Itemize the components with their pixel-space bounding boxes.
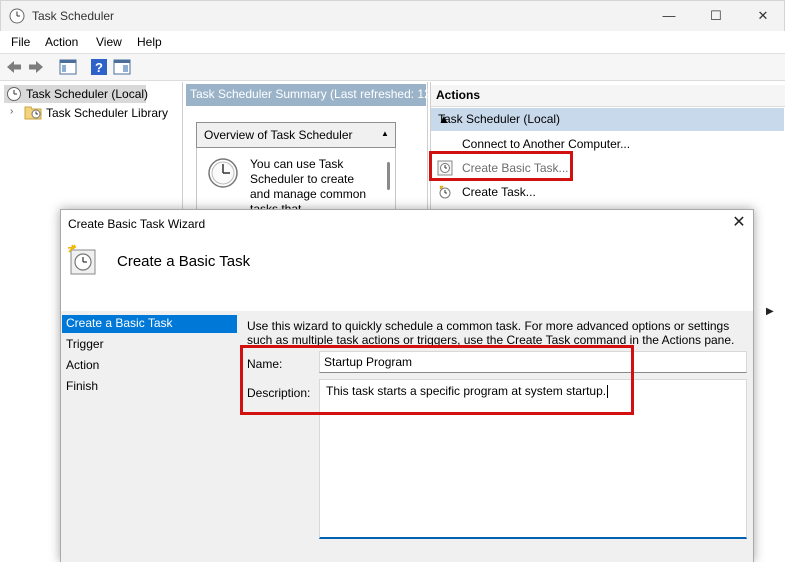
maximize-icon: ☐: [710, 8, 722, 23]
submenu-arrow-icon[interactable]: ▶: [766, 306, 774, 317]
maximize-button[interactable]: ☐: [704, 5, 728, 27]
menu-file[interactable]: File: [11, 35, 30, 49]
show-hide-console-tree-icon[interactable]: [58, 57, 78, 77]
actions-header-label: Actions: [436, 88, 481, 102]
summary-header-text: Task Scheduler Summary (Last refreshed: …: [190, 87, 435, 101]
minimize-button[interactable]: —: [657, 5, 681, 27]
window-title: Task Scheduler: [32, 9, 115, 23]
svg-text:?: ?: [95, 60, 103, 75]
dialog-heading: Create a Basic Task: [117, 253, 251, 270]
close-icon: ✕: [757, 8, 769, 23]
overview-scrollbar[interactable]: [387, 162, 390, 190]
close-icon: ✕: [732, 214, 746, 231]
collapse-caret-icon: ▲: [381, 129, 389, 138]
overview-description: You can use Task Scheduler to create and…: [250, 157, 367, 213]
dialog-title: Create Basic Task Wizard: [68, 217, 206, 231]
overview-title: Overview of Task Scheduler: [204, 128, 353, 142]
create-task-icon: [439, 185, 451, 199]
dialog-title-bar: Create Basic Task Wizard ✕: [61, 210, 753, 236]
dialog-close-button[interactable]: ✕: [729, 213, 749, 233]
step-create-a-basic-task[interactable]: Create a Basic Task: [62, 315, 237, 333]
minimize-icon: —: [662, 8, 676, 23]
collapse-caret-icon: ▲: [438, 112, 450, 126]
back-arrow-icon[interactable]: [4, 57, 24, 77]
dialog-header: Create a Basic Task: [61, 236, 753, 311]
help-icon[interactable]: ?: [89, 57, 109, 77]
folder-clock-icon: [24, 106, 42, 120]
wizard-instructions: Use this wizard to quickly schedule a co…: [247, 319, 747, 347]
summary-header: Task Scheduler Summary (Last refreshed: …: [186, 84, 434, 106]
step-finish[interactable]: Finish: [62, 378, 237, 396]
action-create-task[interactable]: Create Task...: [462, 185, 536, 199]
step-action[interactable]: Action: [62, 357, 237, 375]
actions-group-task-scheduler-local[interactable]: Task Scheduler (Local) ▲: [431, 108, 784, 131]
tree-item-task-scheduler-local[interactable]: Task Scheduler (Local): [4, 85, 149, 103]
menu-action[interactable]: Action: [45, 35, 78, 49]
close-button[interactable]: ✕: [751, 5, 775, 27]
wizard-steps-list: Create a Basic Task Trigger Action Finis…: [62, 313, 237, 562]
highlight-create-basic-task: [429, 151, 573, 181]
wizard-instructions-line-1: Use this wizard to quickly schedule a co…: [247, 319, 730, 333]
actions-header: Actions: [431, 85, 785, 107]
action-connect-to-another-computer[interactable]: Connect to Another Computer...: [462, 137, 630, 151]
menu-help[interactable]: Help: [137, 35, 162, 49]
clock-icon: [7, 87, 21, 101]
large-clock-icon: [208, 158, 238, 188]
tree-root-label: Task Scheduler (Local): [26, 87, 149, 101]
highlight-name-description: [240, 345, 634, 415]
forward-arrow-icon[interactable]: [26, 57, 46, 77]
menu-view[interactable]: View: [96, 35, 122, 49]
wizard-clock-icon: [67, 244, 96, 275]
title-bar: Task Scheduler — ☐ ✕: [0, 0, 785, 31]
overview-section-header[interactable]: Overview of Task Scheduler ▲: [196, 122, 396, 148]
overview-content: You can use Task Scheduler to create and…: [196, 148, 396, 218]
task-scheduler-clock-icon: [9, 8, 25, 24]
toolbar: ?: [0, 53, 785, 81]
chevron-right-icon[interactable]: ›: [10, 106, 13, 117]
menu-bar: File Action View Help: [0, 31, 785, 53]
actions-group-label: Task Scheduler (Local): [438, 112, 561, 126]
step-trigger[interactable]: Trigger: [62, 336, 237, 354]
tree-item-task-scheduler-library[interactable]: Task Scheduler Library: [46, 106, 168, 120]
show-hide-action-pane-icon[interactable]: [112, 57, 132, 77]
